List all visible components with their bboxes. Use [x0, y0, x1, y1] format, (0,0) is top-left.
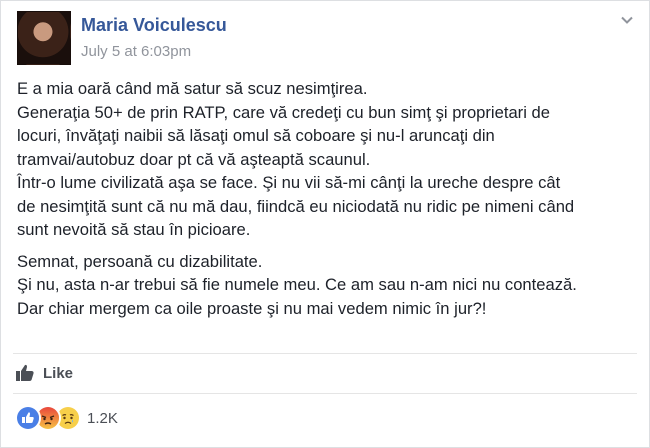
post-text-line: sunt nevoită să stau în picioare. [17, 220, 251, 239]
post-text-line: Într-o lume civilizată aşa se face. Şi n… [17, 173, 561, 192]
post-text-line: Dar chiar mergem ca oile proaste şi nu m… [17, 298, 487, 318]
reactions-summary[interactable]: 1.2K [15, 404, 118, 432]
like-reaction-icon [15, 405, 41, 431]
post-text-line: E a mia oară când mă satur să scuz nesim… [17, 79, 368, 98]
like-label: Like [43, 364, 74, 382]
divider [13, 393, 637, 394]
post-text-line: Semnat, persoană cu dizabilitate. [17, 251, 263, 271]
post-body: E a mia oară când mă satur să scuz nesim… [17, 77, 639, 328]
divider [13, 353, 637, 354]
post-text-line: Şi nu, asta n-ar trebui să fie numele me… [17, 275, 577, 294]
post-timestamp[interactable]: July 5 at 6:03pm [81, 43, 191, 60]
post-text-line: Generaţia 50+ de prin RATP, care vă cred… [17, 102, 550, 122]
chevron-down-icon[interactable] [617, 13, 637, 33]
post-card: Maria Voiculescu July 5 at 6:03pm E a mi… [0, 0, 650, 448]
thumbs-up-icon [16, 364, 34, 381]
post-paragraph: Semnat, persoană cu dizabilitate. Şi nu,… [17, 250, 639, 321]
reaction-count[interactable]: 1.2K [87, 410, 118, 427]
post-text-line: tramvai/autobuz doar pt că vă aşteaptă s… [17, 149, 371, 169]
post-paragraph: E a mia oară când mă satur să scuz nesim… [17, 77, 639, 242]
avatar[interactable] [17, 11, 71, 65]
author-name[interactable]: Maria Voiculescu [81, 15, 227, 36]
post-header: Maria Voiculescu July 5 at 6:03pm [17, 11, 637, 67]
like-button[interactable]: Like [15, 359, 73, 387]
post-text-line: locuri, învăţaţi naibii să lăsaţi omul s… [17, 126, 495, 145]
post-text-line: de nesimţită sunt că nu mă dau, fiindcă … [17, 196, 575, 216]
